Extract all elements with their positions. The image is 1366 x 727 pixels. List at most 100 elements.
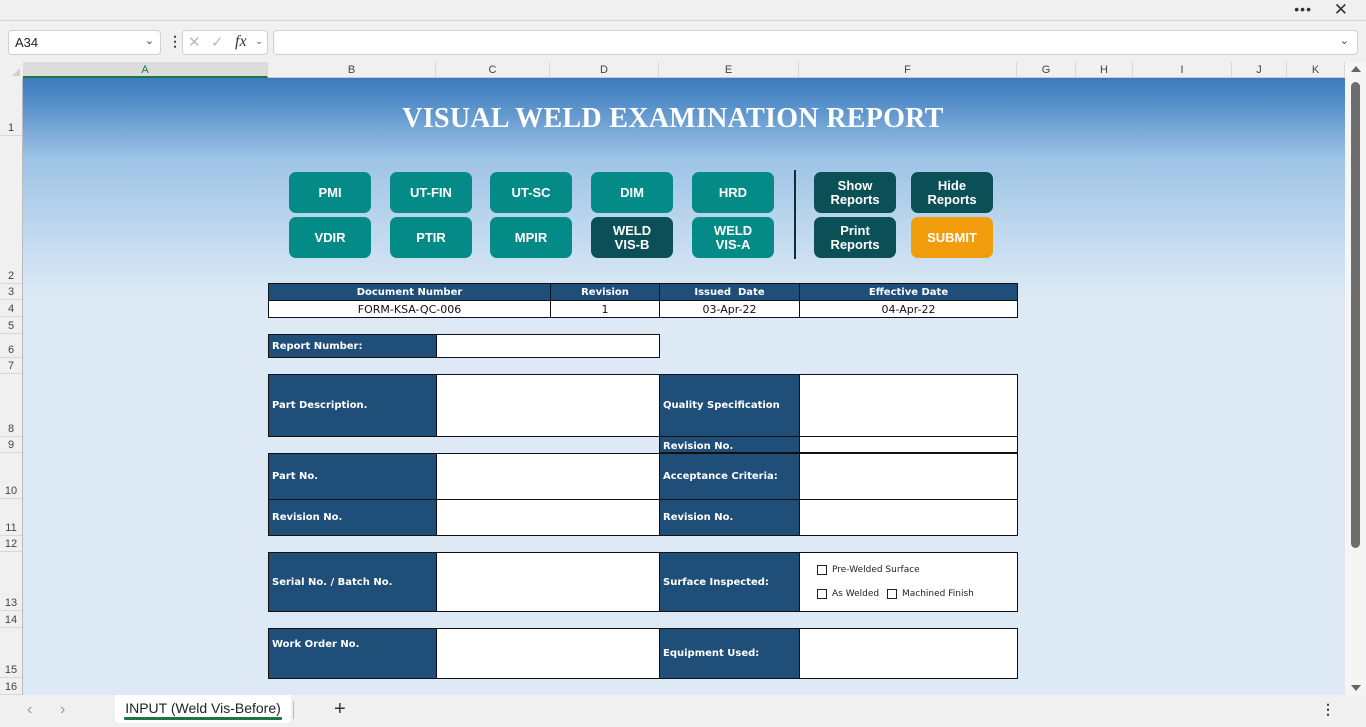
insert-function-icon[interactable]: fx xyxy=(235,33,247,51)
column-header-j[interactable]: J xyxy=(1232,62,1287,78)
row-header[interactable]: 14 xyxy=(0,611,22,628)
part-description-input[interactable] xyxy=(436,374,660,437)
scroll-up-icon[interactable] xyxy=(1351,66,1361,72)
next-sheet-icon[interactable]: › xyxy=(60,701,65,719)
serial-batch-input[interactable] xyxy=(436,552,660,612)
button-group-divider xyxy=(794,170,796,259)
worksheet-grid[interactable]: VISUAL WELD EXAMINATION REPORT PMI UT-FI… xyxy=(23,78,1345,695)
weld-vis-b-button[interactable]: WELD VIS-B xyxy=(591,217,673,258)
criteria-revision-input[interactable] xyxy=(799,499,1018,536)
hide-reports-button[interactable]: Hide Reports xyxy=(911,172,993,213)
checkbox-pre-welded[interactable]: Pre-Welded Surface xyxy=(817,565,920,575)
expand-formula-icon[interactable]: ⌄ xyxy=(1340,34,1349,47)
row-header[interactable]: 11 xyxy=(0,499,22,536)
row-header[interactable]: 5 xyxy=(0,317,22,334)
report-number-label: Report Number: xyxy=(268,334,437,358)
formula-bar: A34 ⌄ ⋮ ✕ ✓ fx ⌄ ⌄ xyxy=(0,21,1366,61)
surface-options-cell: Pre-Welded Surface As Welded Machined Fi… xyxy=(799,552,1018,612)
part-revision-input[interactable] xyxy=(436,499,660,536)
spec-revision-input[interactable] xyxy=(799,436,1018,453)
column-header-b[interactable]: B xyxy=(268,62,436,78)
weld-vis-a-button[interactable]: WELD VIS-A xyxy=(692,217,774,258)
row-header[interactable]: 3 xyxy=(0,284,22,300)
column-header-a[interactable]: A xyxy=(23,62,268,78)
name-box-value: A34 xyxy=(15,35,39,50)
column-header-g[interactable]: G xyxy=(1017,62,1076,78)
name-box[interactable]: A34 ⌄ xyxy=(8,30,161,55)
row-header[interactable]: 1 xyxy=(0,78,22,136)
work-order-input[interactable] xyxy=(436,628,660,679)
mpir-button[interactable]: MPIR xyxy=(490,217,572,258)
column-header-k[interactable]: K xyxy=(1287,62,1345,78)
vertical-dots-icon[interactable]: ⋮ xyxy=(168,33,182,50)
sheet-tab-input-weld-vis-before[interactable]: INPUT (Weld Vis-Before) xyxy=(115,695,291,723)
surface-inspected-label: Surface Inspected: xyxy=(659,552,800,612)
column-header-f[interactable]: F xyxy=(799,62,1017,78)
work-order-label: Work Order No. xyxy=(268,628,437,679)
row-header[interactable]: 13 xyxy=(0,552,22,611)
hrd-button[interactable]: HRD xyxy=(692,172,774,213)
checkbox-as-welded[interactable]: As Welded xyxy=(817,589,879,599)
pmi-button[interactable]: PMI xyxy=(289,172,371,213)
checkbox-machined-finish[interactable]: Machined Finish xyxy=(887,589,974,599)
scroll-down-icon[interactable] xyxy=(1351,685,1361,691)
vertical-scrollbar[interactable] xyxy=(1345,62,1366,695)
close-icon[interactable]: ✕ xyxy=(1334,0,1348,20)
checkbox-box[interactable] xyxy=(817,589,827,599)
column-header-c[interactable]: C xyxy=(436,62,550,78)
row-header[interactable]: 16 xyxy=(0,678,22,695)
cancel-icon[interactable]: ✕ xyxy=(188,33,201,51)
ptir-button[interactable]: PTIR xyxy=(390,217,472,258)
part-no-label: Part No. xyxy=(268,453,437,500)
formula-input[interactable]: ⌄ xyxy=(273,30,1358,55)
row-header[interactable]: 12 xyxy=(0,536,22,552)
row-header[interactable]: 6 xyxy=(0,334,22,358)
window-title-bar: ••• ✕ xyxy=(0,0,1366,21)
column-header-i[interactable]: I xyxy=(1133,62,1232,78)
row-header[interactable]: 8 xyxy=(0,374,22,437)
column-header-e[interactable]: E xyxy=(659,62,799,78)
ut-sc-button[interactable]: UT-SC xyxy=(490,172,572,213)
doc-number-value[interactable]: FORM-KSA-QC-006 xyxy=(268,300,551,318)
sheet-tab-bar: ‹ › INPUT (Weld Vis-Before) + ⋮ xyxy=(0,695,1366,727)
effective-date-value[interactable]: 04-Apr-22 xyxy=(799,300,1018,318)
acceptance-criteria-label: Acceptance Criteria: xyxy=(659,453,800,500)
column-header-d[interactable]: D xyxy=(550,62,659,78)
sheet-tab-label: INPUT (Weld Vis-Before) xyxy=(125,700,281,716)
row-header[interactable]: 7 xyxy=(0,358,22,374)
more-options-icon[interactable]: ••• xyxy=(1294,1,1312,17)
add-sheet-icon[interactable]: + xyxy=(334,698,346,721)
checkbox-box[interactable] xyxy=(817,565,827,575)
checkbox-box[interactable] xyxy=(887,589,897,599)
print-reports-button[interactable]: Print Reports xyxy=(814,217,896,258)
revision-value[interactable]: 1 xyxy=(550,300,660,318)
check-icon[interactable]: ✓ xyxy=(211,33,224,51)
acceptance-criteria-input[interactable] xyxy=(799,453,1018,500)
column-headers: A B C D E F G H I J K xyxy=(0,62,1345,78)
dim-button[interactable]: DIM xyxy=(591,172,673,213)
vertical-dots-icon[interactable]: ⋮ xyxy=(1321,701,1335,718)
report-number-input[interactable] xyxy=(436,334,660,358)
vdir-button[interactable]: VDIR xyxy=(289,217,371,258)
chevron-down-icon[interactable]: ⌄ xyxy=(145,34,154,47)
select-all-corner[interactable] xyxy=(0,62,23,78)
chevron-down-icon[interactable]: ⌄ xyxy=(255,36,263,47)
row-header[interactable]: 2 xyxy=(0,136,22,284)
row-header[interactable]: 9 xyxy=(0,437,22,453)
row-header[interactable]: 10 xyxy=(0,453,22,499)
row-header[interactable]: 4 xyxy=(0,300,22,317)
submit-button[interactable]: SUBMIT xyxy=(911,217,993,258)
equipment-used-input[interactable] xyxy=(799,628,1018,679)
doc-number-header: Document Number xyxy=(268,283,551,301)
ut-fin-button[interactable]: UT-FIN xyxy=(390,172,472,213)
equipment-used-label: Equipment Used: xyxy=(659,628,800,679)
scrollbar-thumb[interactable] xyxy=(1351,82,1360,548)
row-header[interactable]: 15 xyxy=(0,628,22,678)
show-reports-button[interactable]: Show Reports xyxy=(814,172,896,213)
quality-specification-input[interactable] xyxy=(799,374,1018,437)
column-header-h[interactable]: H xyxy=(1076,62,1133,78)
issued-date-value[interactable]: 03-Apr-22 xyxy=(659,300,800,318)
part-revision-label: Revision No. xyxy=(268,499,437,536)
prev-sheet-icon[interactable]: ‹ xyxy=(27,701,32,719)
part-no-input[interactable] xyxy=(436,453,660,500)
